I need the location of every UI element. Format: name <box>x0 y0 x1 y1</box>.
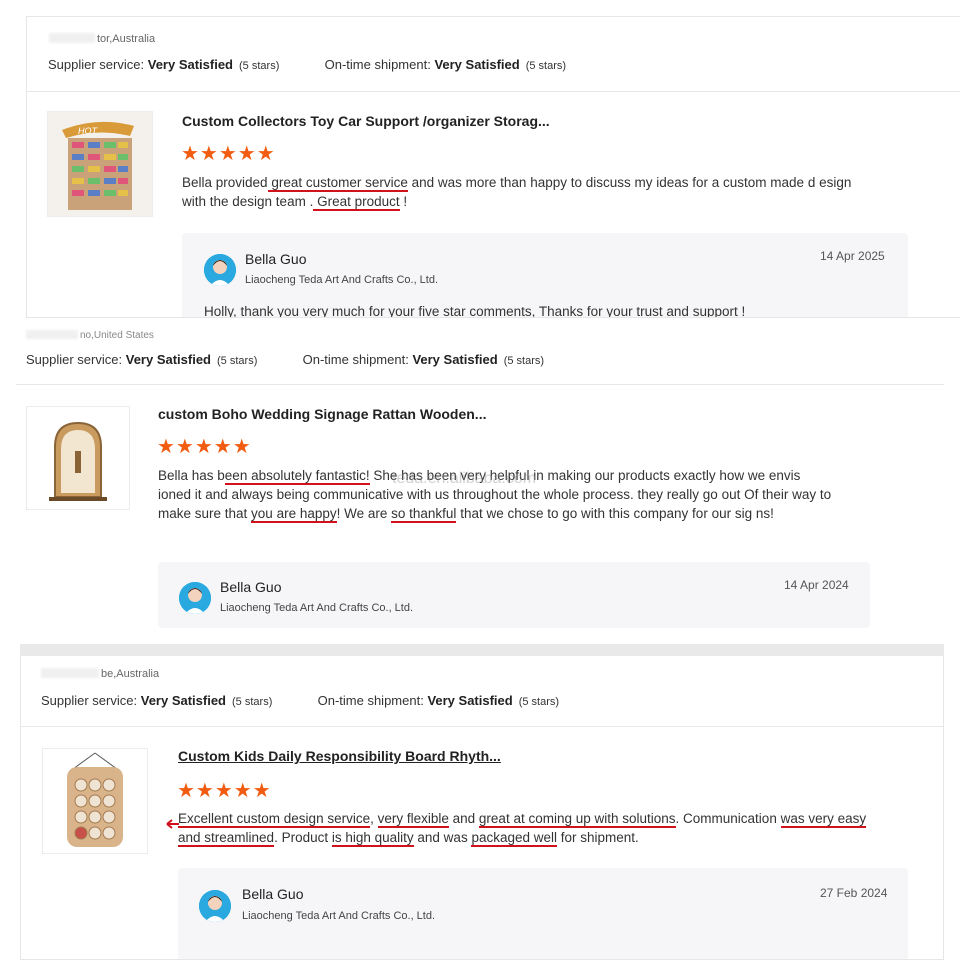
person-icon <box>179 582 211 614</box>
reply-text: Holly, thank you very much for your five… <box>204 304 746 318</box>
avatar <box>199 890 231 922</box>
review-card-3: be,Australia Supplier service: Very Sati… <box>20 656 944 960</box>
replier-company: Liaocheng Teda Art And Crafts Co., Ltd. <box>242 910 436 922</box>
product-title[interactable]: Custom Collectors Toy Car Support /organ… <box>182 113 550 129</box>
product-thumbnail[interactable]: HOT <box>47 111 153 217</box>
product-title[interactable]: Custom Kids Daily Responsibility Board R… <box>178 748 501 764</box>
person-icon <box>199 890 231 922</box>
rating-summary: Supplier service: Very Satisfied (5 stars… <box>48 57 567 72</box>
star-rating: ★★★★★ <box>181 143 276 165</box>
replier-name: Bella Guo <box>220 579 282 595</box>
wedding-sign-image <box>27 407 129 509</box>
supplier-reply: Bella Guo Liaocheng Teda Art And Crafts … <box>178 868 908 959</box>
divider <box>27 91 960 92</box>
reply-date: 27 Feb 2024 <box>820 886 888 900</box>
reply-date: 14 Apr 2024 <box>784 578 849 592</box>
annotation-arrow-icon <box>166 819 179 829</box>
reviewer-location: tor,Australia <box>49 33 155 45</box>
avatar <box>204 254 236 286</box>
product-thumbnail[interactable] <box>42 748 148 854</box>
reviewer-location: no,United States <box>26 330 154 341</box>
divider <box>16 384 944 385</box>
replier-company: Liaocheng Teda Art And Crafts Co., Ltd. <box>220 602 414 614</box>
toy-car-rack-image: HOT <box>48 112 152 216</box>
replier-name: Bella Guo <box>242 886 304 902</box>
redacted-name <box>49 33 95 43</box>
replier-name: Bella Guo <box>245 251 307 267</box>
supplier-reply: Bella Guo Liaocheng Teda Art And Crafts … <box>158 562 870 628</box>
product-thumbnail[interactable] <box>26 406 130 510</box>
review-text: Bella provided great customer service an… <box>182 175 852 211</box>
product-title[interactable]: custom Boho Wedding Signage Rattan Woode… <box>158 406 486 422</box>
star-rating: ★★★★★ <box>177 780 272 802</box>
rating-summary: Supplier service: Very Satisfied (5 stars… <box>41 693 560 708</box>
supplier-reply: Bella Guo Liaocheng Teda Art And Crafts … <box>182 233 908 318</box>
reply-date: 14 Apr 2025 <box>820 249 885 263</box>
svg-text:HOT: HOT <box>78 126 99 136</box>
person-icon <box>204 254 236 286</box>
redacted-name <box>26 330 78 339</box>
replier-company: Liaocheng Teda Art And Crafts Co., Ltd. <box>245 274 439 286</box>
responsibility-board-image <box>43 749 147 853</box>
divider <box>21 726 943 727</box>
review-text: Excellent custom design service, very fl… <box>178 811 867 847</box>
review-card-2: no,United States Supplier service: Very … <box>0 318 944 628</box>
star-rating: ★★★★★ <box>157 436 252 458</box>
reviewer-location: be,Australia <box>41 668 159 680</box>
review-card-1: tor,Australia Supplier service: Very Sat… <box>26 16 960 318</box>
separator-strip <box>20 644 944 656</box>
redacted-name <box>41 668 99 678</box>
watermark: teda.en.alibaba.com <box>392 470 537 487</box>
avatar <box>179 582 211 614</box>
rating-summary: Supplier service: Very Satisfied (5 stars… <box>26 352 545 367</box>
